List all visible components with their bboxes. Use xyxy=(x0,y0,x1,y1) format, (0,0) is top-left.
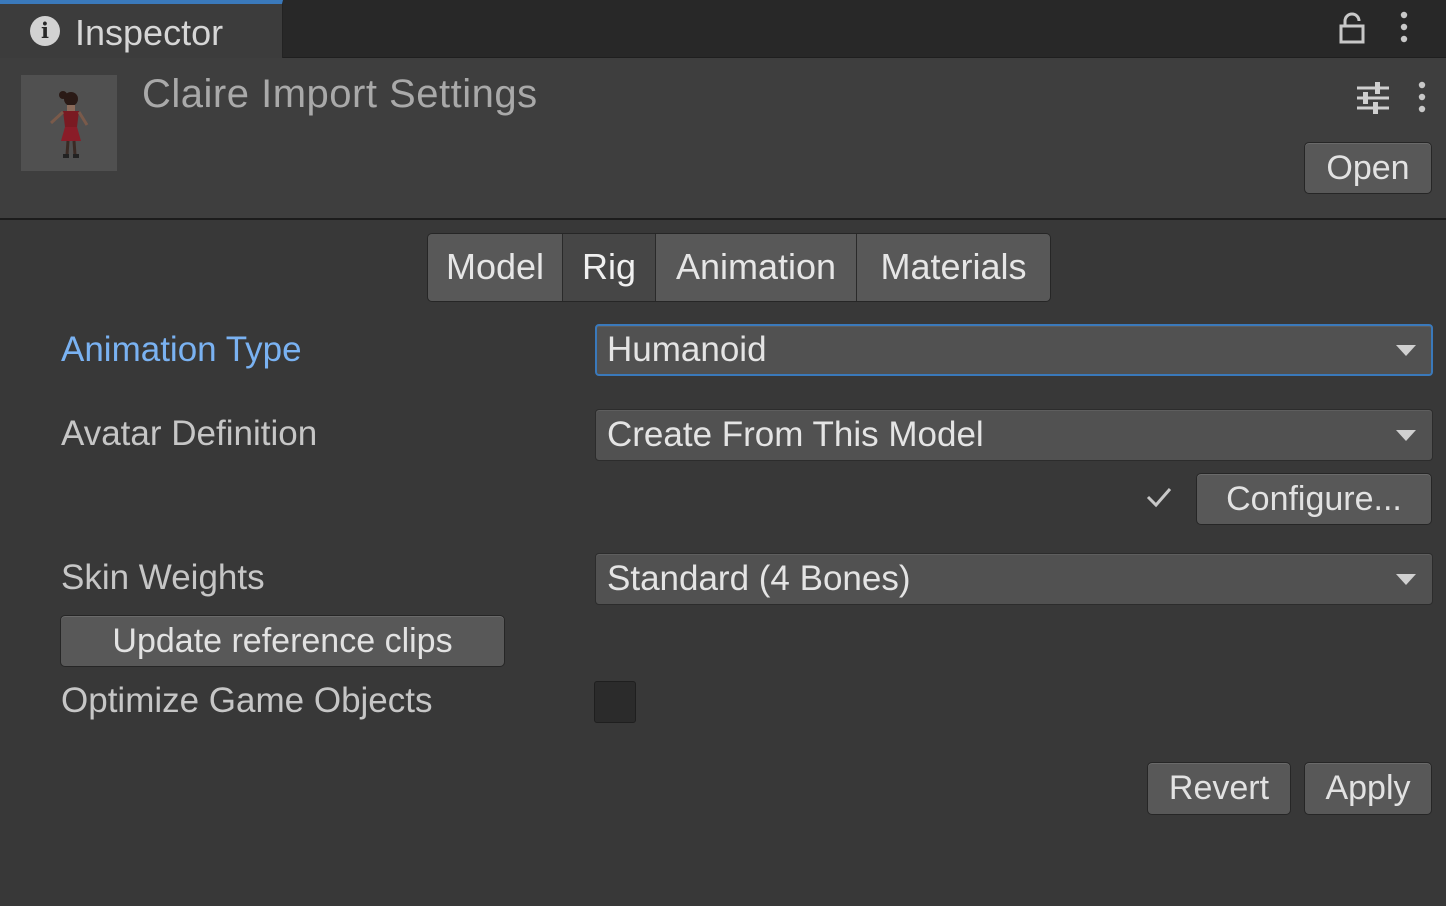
animation-type-label: Animation Type xyxy=(61,330,302,369)
more-vertical-icon[interactable] xyxy=(1394,10,1414,44)
avatar-definition-label: Avatar Definition xyxy=(61,414,318,453)
asset-header: Claire Import Settings Open xyxy=(0,58,1446,220)
optimize-game-objects-label: Optimize Game Objects xyxy=(61,681,433,720)
chevron-down-icon xyxy=(1396,430,1416,441)
asset-title: Claire Import Settings xyxy=(142,72,538,116)
skin-weights-dropdown[interactable]: Standard (4 Bones) xyxy=(595,553,1433,605)
revert-button[interactable]: Revert xyxy=(1147,762,1291,815)
tab-model[interactable]: Model xyxy=(428,234,563,301)
tab-animation[interactable]: Animation xyxy=(656,234,857,301)
info-icon: i xyxy=(30,16,60,46)
inspector-tab-title: Inspector xyxy=(75,12,224,53)
sliders-icon[interactable] xyxy=(1355,80,1391,116)
checkmark-icon xyxy=(1146,488,1172,508)
configure-button[interactable]: Configure... xyxy=(1196,473,1432,525)
animation-type-value: Humanoid xyxy=(607,330,767,369)
skin-weights-label: Skin Weights xyxy=(61,558,265,597)
open-button[interactable]: Open xyxy=(1304,142,1432,194)
character-model-thumbnail xyxy=(21,75,117,171)
animation-type-dropdown[interactable]: Humanoid xyxy=(595,324,1433,376)
lock-icon[interactable] xyxy=(1338,12,1366,44)
tab-rig[interactable]: Rig xyxy=(563,234,656,301)
inspector-tab[interactable]: i Inspector xyxy=(0,0,283,58)
skin-weights-value: Standard (4 Bones) xyxy=(607,559,911,598)
optimize-game-objects-checkbox[interactable] xyxy=(594,681,636,723)
chevron-down-icon xyxy=(1396,345,1416,356)
import-settings-tabs: Model Rig Animation Materials xyxy=(427,233,1051,302)
chevron-down-icon xyxy=(1396,574,1416,585)
tab-materials[interactable]: Materials xyxy=(857,234,1050,301)
avatar-definition-value: Create From This Model xyxy=(607,415,984,454)
apply-button[interactable]: Apply xyxy=(1304,762,1432,815)
more-vertical-icon[interactable] xyxy=(1412,80,1432,114)
window-tab-bar: i Inspector xyxy=(0,0,1446,58)
avatar-definition-dropdown[interactable]: Create From This Model xyxy=(595,409,1433,461)
update-reference-clips-button[interactable]: Update reference clips xyxy=(60,615,505,667)
